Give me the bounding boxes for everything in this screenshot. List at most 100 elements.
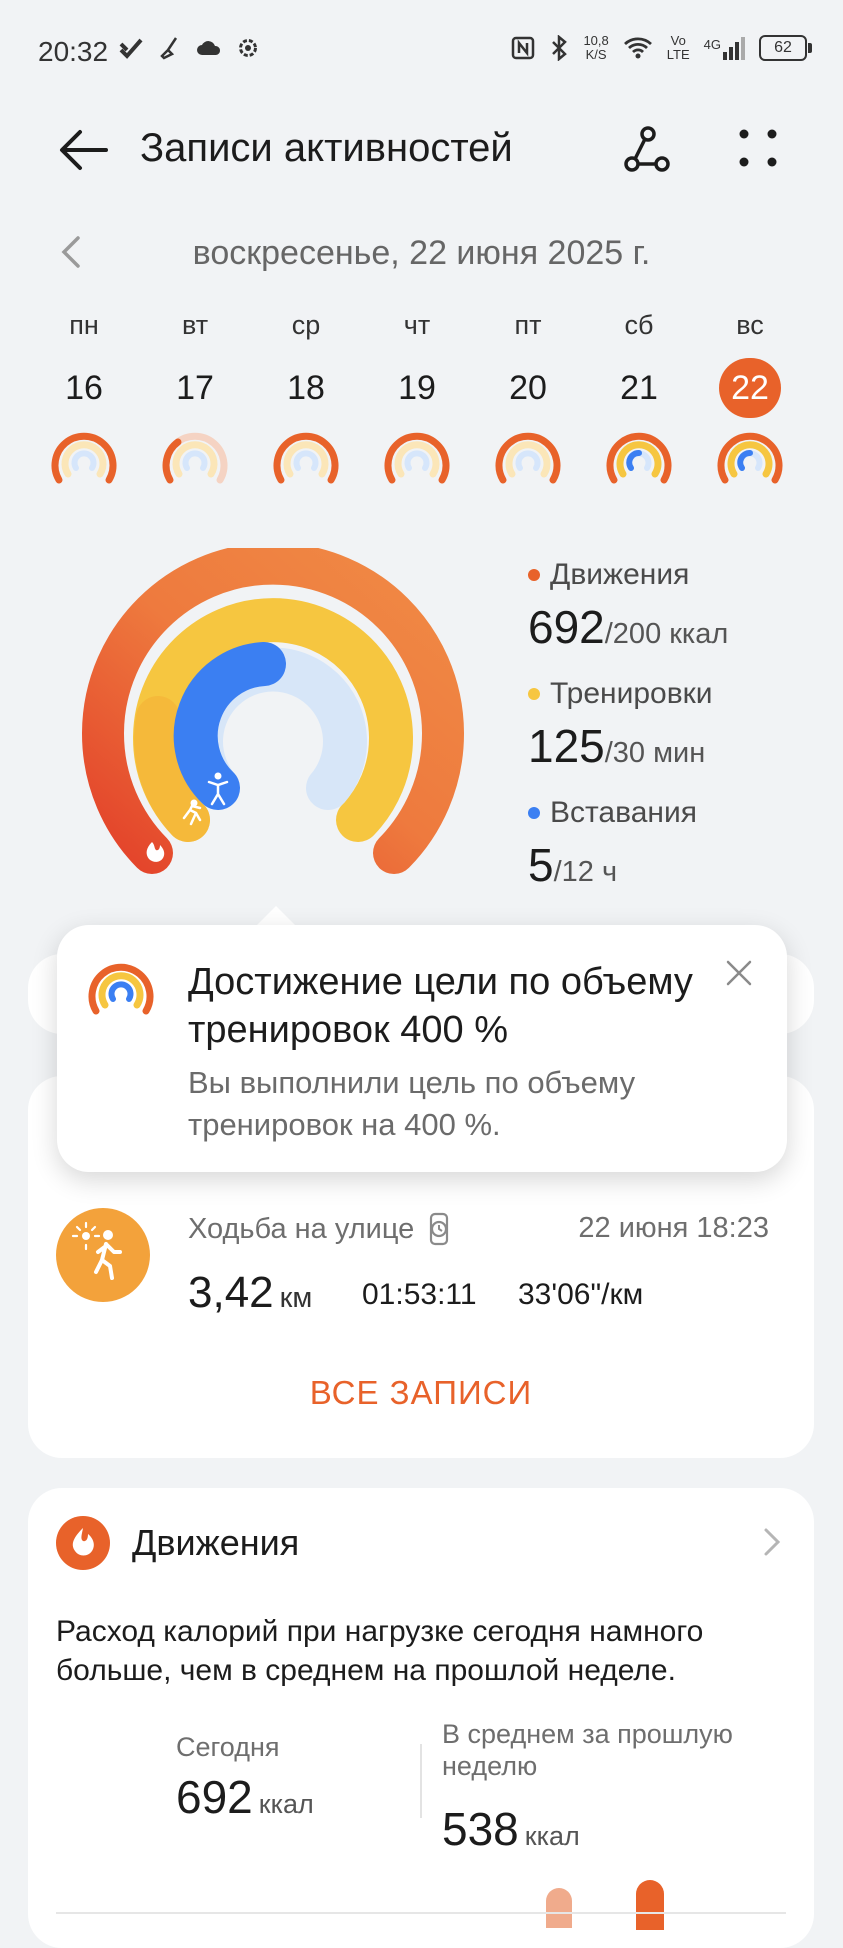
- avg-unit: ккал: [524, 1821, 580, 1851]
- back-arrow-icon[interactable]: [56, 122, 112, 178]
- day-of-week: вт: [181, 310, 209, 340]
- today-value: 692 ккал: [176, 1770, 314, 1824]
- date-label: воскресенье, 22 июня 2025 г.: [192, 234, 651, 272]
- day-rings-icon: [495, 432, 561, 484]
- all-records-button[interactable]: ВСЕ ЗАПИСИ: [28, 1374, 814, 1412]
- record-distance: 3,42 км: [188, 1268, 312, 1318]
- status-left-icons: [118, 36, 260, 60]
- volte-top: Vo: [670, 33, 686, 48]
- record-type-label: Ходьба на улице: [188, 1212, 415, 1245]
- watch-icon: [430, 1212, 449, 1246]
- stand-value: 5: [528, 839, 554, 891]
- day-of-week: сб: [624, 310, 654, 340]
- stand-stat[interactable]: Вставания 5/12 ч: [528, 796, 828, 892]
- stand-goal: /12 ч: [553, 856, 618, 888]
- tick-icon: [119, 38, 143, 59]
- day-number: 19: [398, 369, 436, 407]
- day-rings-icon: [162, 432, 228, 484]
- move-stat-label: Движения: [528, 558, 828, 592]
- chart-bar-average: [546, 1888, 572, 1928]
- day-cell-fri[interactable]: пт 20: [478, 310, 578, 486]
- record-datetime: 22 июня 18:23: [578, 1212, 769, 1244]
- status-right-icons: 10,8 K/S Vo LTE 4G 62: [511, 33, 812, 62]
- avg-number: 538: [442, 1803, 519, 1855]
- chevron-right-icon[interactable]: [760, 1524, 784, 1560]
- today-label: Сегодня: [176, 1732, 280, 1762]
- week-average-value: 538 ккал: [442, 1802, 580, 1856]
- more-grid-icon[interactable]: [730, 122, 786, 178]
- popover-tip: [256, 906, 296, 926]
- exercise-dot: [528, 688, 540, 700]
- cloud-icon: [197, 41, 221, 55]
- day-of-week: пн: [69, 310, 99, 340]
- close-icon[interactable]: [722, 956, 756, 990]
- broom-icon: [160, 37, 178, 60]
- stand-label: Вставания: [550, 796, 697, 829]
- network-type: 4G: [703, 36, 721, 52]
- day-number: 16: [65, 369, 103, 407]
- route-share-icon[interactable]: [618, 122, 674, 178]
- move-goal: /200 ккал: [604, 618, 729, 650]
- volte-bottom: LTE: [666, 47, 690, 62]
- walker-glyph: [71, 1221, 122, 1280]
- exercise-label: Тренировки: [550, 677, 713, 710]
- record-type[interactable]: Ходьба на улице: [188, 1212, 452, 1246]
- wifi-icon: [623, 37, 652, 59]
- nfc-icon: [512, 36, 535, 60]
- exercise-goal: /30 мин: [604, 737, 706, 769]
- goal-rings-icon: [88, 963, 154, 1015]
- day-rings-icon: [717, 432, 783, 484]
- day-number-selected: 22: [719, 358, 781, 418]
- status-time: 20:32: [38, 36, 109, 67]
- day-rings-icon: [606, 432, 672, 484]
- divider: [420, 1744, 422, 1818]
- move-label: Движения: [550, 558, 690, 591]
- day-number: 18: [287, 369, 325, 407]
- record-duration: 01:53:11: [362, 1278, 477, 1311]
- stand-ring: [173, 642, 286, 810]
- exercise-stat-label: Тренировки: [528, 677, 828, 711]
- day-number: 21: [620, 369, 658, 407]
- exercise-value: 125: [528, 720, 605, 772]
- exercise-stat[interactable]: Тренировки 125/30 мин: [528, 677, 828, 773]
- net-speed-value: 10,8: [583, 33, 609, 48]
- bluetooth-icon: [552, 35, 568, 61]
- volte-label: Vo LTE: [667, 34, 690, 62]
- day-rings-icon: [51, 432, 117, 484]
- day-number: 20: [509, 369, 547, 407]
- flame-badge-icon: [56, 1516, 110, 1570]
- movement-title: Движения: [132, 1522, 300, 1563]
- move-stat[interactable]: Движения 692/200 ккал: [528, 558, 828, 654]
- day-cell-wed[interactable]: ср 18: [256, 310, 356, 486]
- day-of-week: вс: [736, 310, 764, 340]
- signal-icon: 4G: [703, 36, 745, 60]
- net-speed-unit: K/S: [585, 47, 607, 62]
- popover-text: Вы выполнили цель по объему тренировок н…: [188, 1065, 636, 1142]
- day-cell-sun[interactable]: вс 22: [700, 310, 800, 486]
- popover-title: Достижение цели по объему тренировок 400…: [188, 961, 693, 1051]
- day-cell-thu[interactable]: чт 19: [367, 310, 467, 486]
- move-dot: [528, 569, 540, 581]
- battery-icon: 62: [759, 35, 812, 61]
- move-value: 692: [528, 601, 605, 653]
- flame-icon: [72, 1528, 94, 1556]
- chart-axis: [56, 1912, 786, 1914]
- day-cell-mon[interactable]: пн 16: [34, 310, 134, 486]
- activity-rings[interactable]: [78, 548, 468, 878]
- exercise-value-row: 125/30 мин: [528, 719, 828, 773]
- stand-dot: [528, 807, 540, 819]
- day-rings-icon: [384, 432, 450, 484]
- movement-summary: Расход калорий при нагрузке сегодня намн…: [56, 1615, 704, 1687]
- chart-bar-today: [636, 1880, 664, 1930]
- week-strip: пн 16 вт 17 ср 18 чт 19 пт 20 сб 21 вс 2…: [34, 310, 809, 490]
- record-pace: 33'06"/км: [518, 1278, 644, 1311]
- day-of-week: пт: [514, 310, 542, 340]
- day-of-week: ср: [291, 310, 321, 340]
- distance-unit: км: [279, 1282, 313, 1314]
- status-bar: 20:32 10,8 K/S Vo LTE 4G 62: [0, 0, 843, 100]
- gear-icon: [239, 39, 257, 57]
- day-cell-sat[interactable]: сб 21: [589, 310, 689, 486]
- day-rings-icon: [273, 432, 339, 484]
- day-cell-tue[interactable]: вт 17: [145, 310, 245, 486]
- today-number: 692: [176, 1771, 253, 1823]
